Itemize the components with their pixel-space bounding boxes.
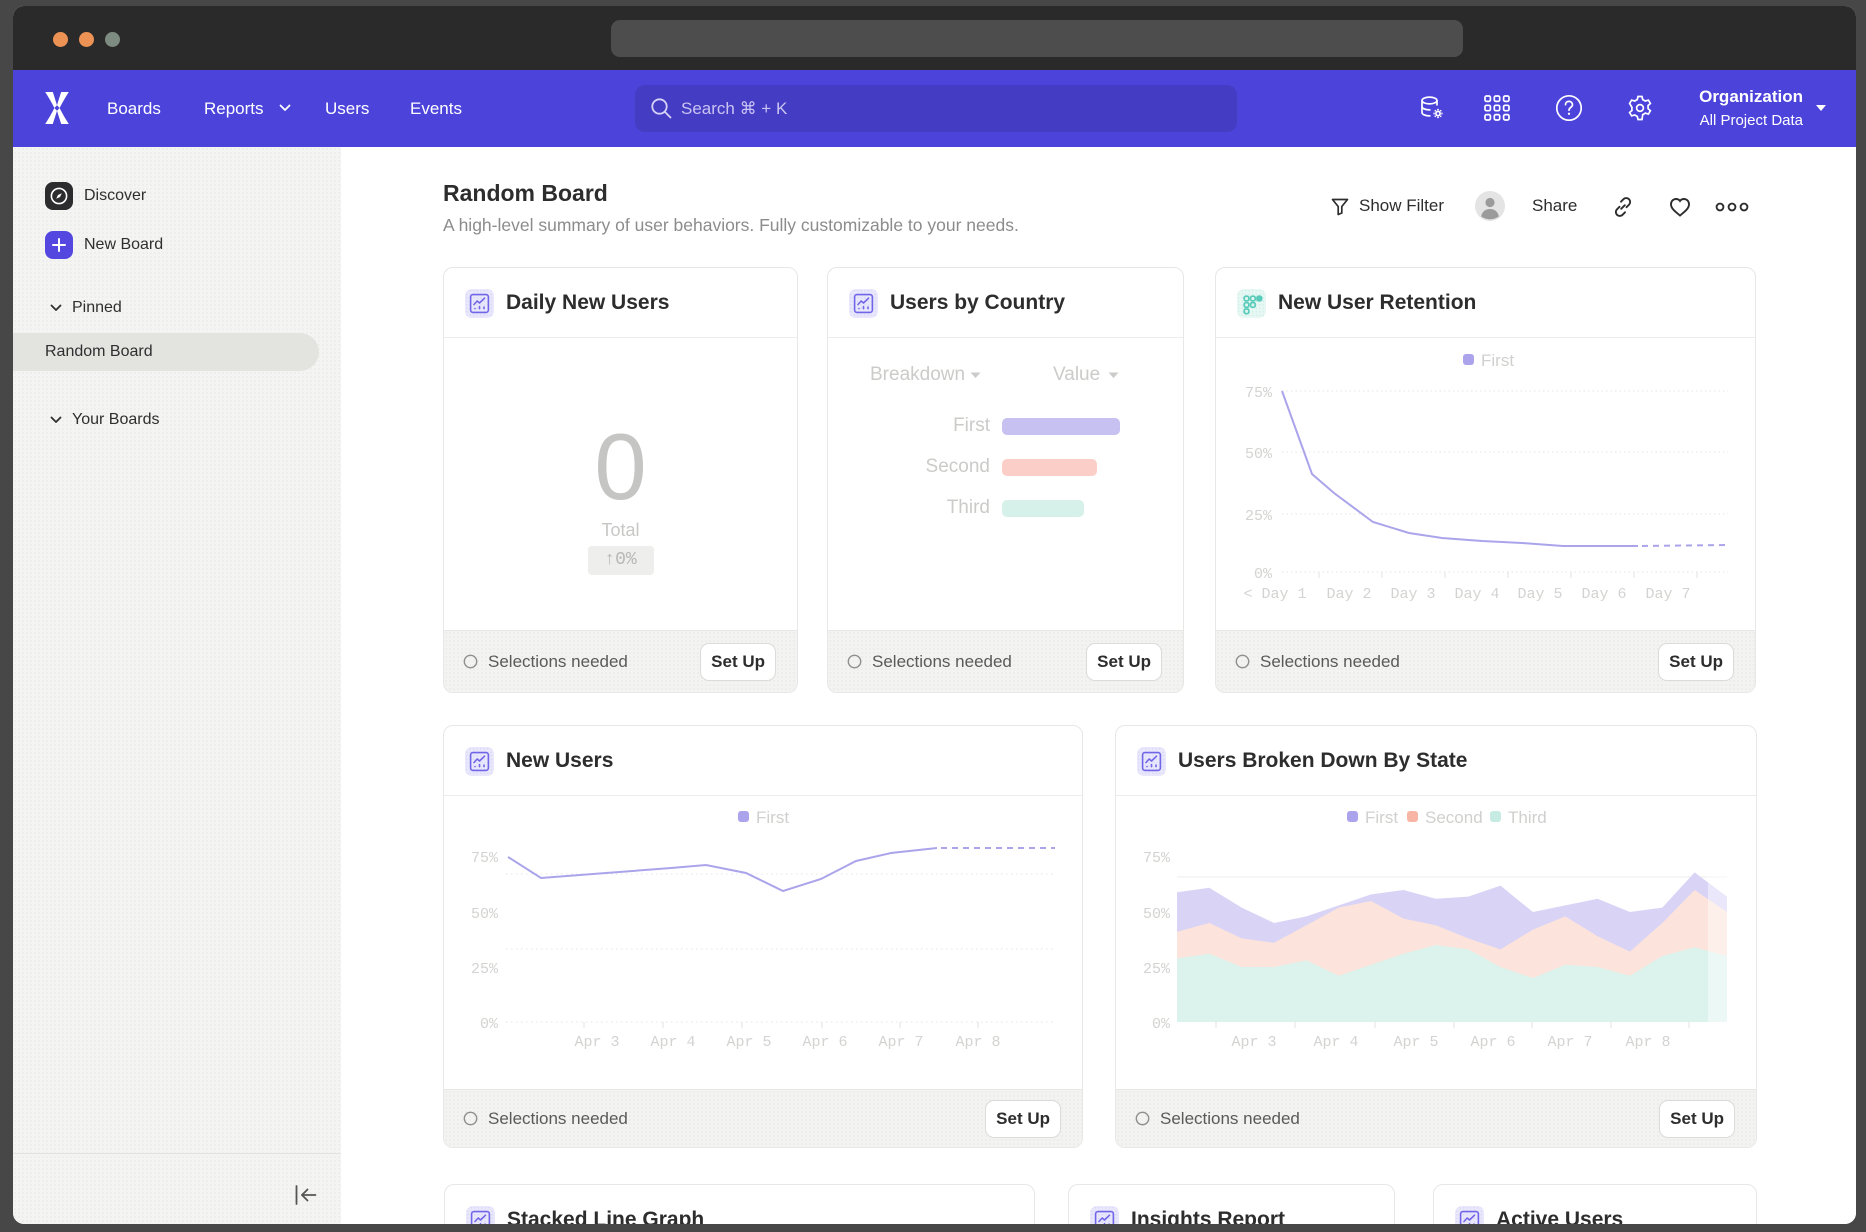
svg-text:Second: Second [1425,808,1483,827]
svg-text:75%: 75% [1245,385,1273,402]
svg-text:50%: 50% [1143,906,1171,923]
svg-text:0%: 0% [480,1016,499,1033]
svg-text:Apr 7: Apr 7 [878,1034,923,1051]
svg-text:25%: 25% [471,961,499,978]
svg-text:Apr 8: Apr 8 [955,1034,1000,1051]
svg-text:Apr 7: Apr 7 [1547,1034,1592,1051]
svg-text:25%: 25% [1143,961,1171,978]
svg-text:Third: Third [1508,808,1547,827]
svg-text:Apr 3: Apr 3 [574,1034,619,1051]
svg-text:First: First [1365,808,1398,827]
svg-text:25%: 25% [1245,508,1273,525]
svg-text:Apr 6: Apr 6 [802,1034,847,1051]
svg-text:Apr 4: Apr 4 [650,1034,695,1051]
svg-text:75%: 75% [1143,850,1171,867]
svg-text:Apr 6: Apr 6 [1470,1034,1515,1051]
svg-text:Day 7: Day 7 [1645,586,1690,603]
svg-text:Apr 3: Apr 3 [1231,1034,1276,1051]
svg-text:75%: 75% [471,850,499,867]
svg-text:Apr 5: Apr 5 [726,1034,771,1051]
svg-text:Day 1: Day 1 [1261,586,1306,603]
svg-text:<: < [1243,586,1252,603]
svg-text:0%: 0% [1254,566,1273,583]
svg-text:Apr 8: Apr 8 [1625,1034,1670,1051]
svg-text:Apr 4: Apr 4 [1313,1034,1358,1051]
svg-text:Day 4: Day 4 [1454,586,1499,603]
svg-text:Day 5: Day 5 [1517,586,1562,603]
svg-text:Day 3: Day 3 [1390,586,1435,603]
svg-text:First: First [756,808,789,827]
svg-text:Day 6: Day 6 [1581,586,1626,603]
svg-text:50%: 50% [1245,446,1273,463]
svg-text:50%: 50% [471,906,499,923]
svg-text:First: First [1481,351,1514,370]
svg-text:0%: 0% [1152,1016,1171,1033]
svg-text:Day 2: Day 2 [1326,586,1371,603]
svg-text:Apr 5: Apr 5 [1393,1034,1438,1051]
